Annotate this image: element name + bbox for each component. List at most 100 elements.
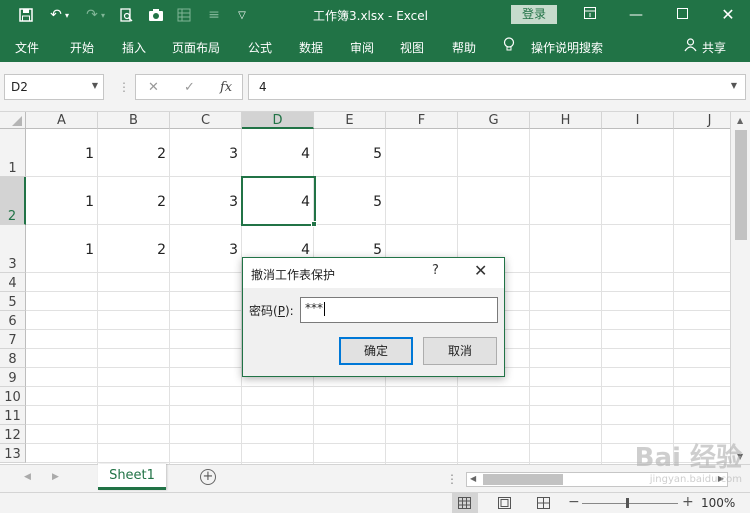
cancel-button[interactable]: 取消 <box>423 337 497 365</box>
column-header[interactable]: H <box>530 112 602 129</box>
watermark-url: jingyan.baidu.com <box>649 474 742 485</box>
tab-view[interactable]: 视图 <box>400 39 424 56</box>
select-all-corner[interactable] <box>0 112 26 129</box>
grid-cell[interactable]: 3 <box>170 129 242 177</box>
row-header-selected[interactable]: 2 <box>0 177 26 225</box>
tab-review[interactable]: 审阅 <box>350 39 374 56</box>
grid-cell[interactable]: 1 <box>26 225 98 273</box>
chevron-down-icon[interactable]: ▼ <box>92 81 98 90</box>
row-header[interactable]: 11 <box>0 406 26 425</box>
row-header[interactable]: 6 <box>0 311 26 330</box>
row-header[interactable]: 4 <box>0 273 26 292</box>
password-input[interactable]: *** <box>300 297 498 323</box>
normal-view-icon[interactable] <box>452 493 478 513</box>
column-header[interactable]: I <box>602 112 674 129</box>
zoom-slider-thumb[interactable] <box>626 498 629 508</box>
share-button[interactable]: 共享 <box>702 39 726 56</box>
name-box[interactable]: D2 ▼ <box>4 74 104 100</box>
row-header[interactable]: 1 <box>0 129 26 177</box>
ok-button[interactable]: 确定 <box>339 337 413 365</box>
camera-icon[interactable] <box>146 5 166 25</box>
page-break-view-icon[interactable] <box>537 497 550 512</box>
align-icon[interactable]: ≡ <box>204 5 224 25</box>
column-header[interactable]: B <box>98 112 170 129</box>
row-header[interactable]: 10 <box>0 387 26 406</box>
grid-cell[interactable]: 2 <box>98 225 170 273</box>
zoom-level[interactable]: 100% <box>701 496 735 510</box>
enter-icon[interactable]: ✓ <box>184 80 195 95</box>
tab-insert[interactable]: 插入 <box>122 39 146 56</box>
next-sheet-icon[interactable]: ▶ <box>52 472 59 482</box>
redo-dropdown-icon[interactable]: ▾ <box>98 5 108 25</box>
column-header[interactable]: C <box>170 112 242 129</box>
add-sheet-icon[interactable]: + <box>200 469 216 485</box>
password-value: *** <box>305 301 323 315</box>
cancel-icon[interactable]: ✕ <box>148 80 159 95</box>
tab-help[interactable]: 帮助 <box>452 39 476 56</box>
row-header[interactable]: 7 <box>0 330 26 349</box>
grid-cell[interactable]: 2 <box>98 129 170 177</box>
close-icon[interactable]: ✕ <box>474 261 487 280</box>
grid-cell[interactable]: 4 <box>242 129 314 177</box>
tab-data[interactable]: 数据 <box>299 39 323 56</box>
tab-file[interactable]: 文件 <box>15 39 39 56</box>
vertical-scroll-thumb[interactable] <box>735 130 747 240</box>
unprotect-sheet-dialog: 撤消工作表保护 ? ✕ 密码(P): *** 确定 取消 <box>242 257 505 377</box>
fill-handle[interactable] <box>311 221 317 227</box>
maximize-icon[interactable] <box>670 4 694 26</box>
column-header[interactable]: E <box>314 112 386 129</box>
watermark-text: Bai 经验 <box>634 443 742 473</box>
vertical-scrollbar[interactable]: ▲ ▼ <box>730 112 750 464</box>
cell-value: 3 <box>229 146 238 162</box>
minimize-icon[interactable]: — <box>624 4 648 26</box>
row-header[interactable]: 3 <box>0 225 26 273</box>
fx-icon[interactable]: fx <box>220 80 232 95</box>
grid-cell[interactable]: 2 <box>98 177 170 225</box>
grid-cell[interactable]: 4 <box>242 177 314 225</box>
customize-qat-icon[interactable]: ▽ <box>232 5 252 25</box>
scroll-up-icon[interactable]: ▲ <box>737 116 743 125</box>
expand-formula-icon[interactable]: ▼ <box>731 81 737 90</box>
grid-cell[interactable]: 5 <box>314 129 386 177</box>
grid-cell[interactable]: 1 <box>26 177 98 225</box>
column-header[interactable]: J <box>674 112 730 129</box>
undo-dropdown-icon[interactable]: ▾ <box>62 5 72 25</box>
sheet-tab[interactable]: Sheet1 <box>98 464 166 490</box>
print-preview-icon[interactable] <box>116 5 136 25</box>
grid-cell[interactable]: 1 <box>26 129 98 177</box>
column-header[interactable]: G <box>458 112 530 129</box>
row-header[interactable]: 5 <box>0 292 26 311</box>
page-layout-view-icon[interactable] <box>498 497 511 512</box>
column-header[interactable]: F <box>386 112 458 129</box>
grid-cell[interactable]: 3 <box>170 177 242 225</box>
scroll-left-icon[interactable]: ◀ <box>470 474 476 483</box>
zoom-out-icon[interactable]: − <box>568 494 580 510</box>
formula-input[interactable]: 4 ▼ <box>248 74 746 100</box>
zoom-slider[interactable] <box>582 503 678 504</box>
row-header[interactable]: 13 <box>0 444 26 463</box>
password-label: 密码(P): <box>249 302 294 319</box>
column-header-selected[interactable]: D <box>242 112 314 129</box>
row-header[interactable]: 9 <box>0 368 26 387</box>
window-title: 工作簿3.xlsx - Excel <box>313 9 428 23</box>
prev-sheet-icon[interactable]: ◀ <box>24 472 31 482</box>
login-button[interactable]: 登录 <box>511 5 557 24</box>
help-icon[interactable]: ? <box>432 263 439 278</box>
ribbon-display-icon[interactable] <box>578 4 602 26</box>
horizontal-scroll-thumb[interactable] <box>483 474 563 485</box>
close-icon[interactable]: ✕ <box>716 4 740 26</box>
zoom-in-icon[interactable]: + <box>682 494 694 510</box>
tab-formulas[interactable]: 公式 <box>248 39 272 56</box>
save-icon[interactable] <box>16 5 36 25</box>
tell-me-search[interactable]: 操作说明搜索 <box>531 39 603 56</box>
column-header[interactable]: A <box>26 112 98 129</box>
row-header[interactable]: 8 <box>0 349 26 368</box>
grid-cell[interactable]: 5 <box>314 177 386 225</box>
tab-home[interactable]: 开始 <box>70 39 94 56</box>
row-header[interactable]: 12 <box>0 425 26 444</box>
watermark-logo: Bai 经验 jingyan.baidu.com <box>635 437 742 485</box>
table-icon[interactable] <box>174 5 194 25</box>
cell-value: 5 <box>373 242 382 258</box>
grid-cell[interactable]: 3 <box>170 225 242 273</box>
tab-page-layout[interactable]: 页面布局 <box>172 39 220 56</box>
